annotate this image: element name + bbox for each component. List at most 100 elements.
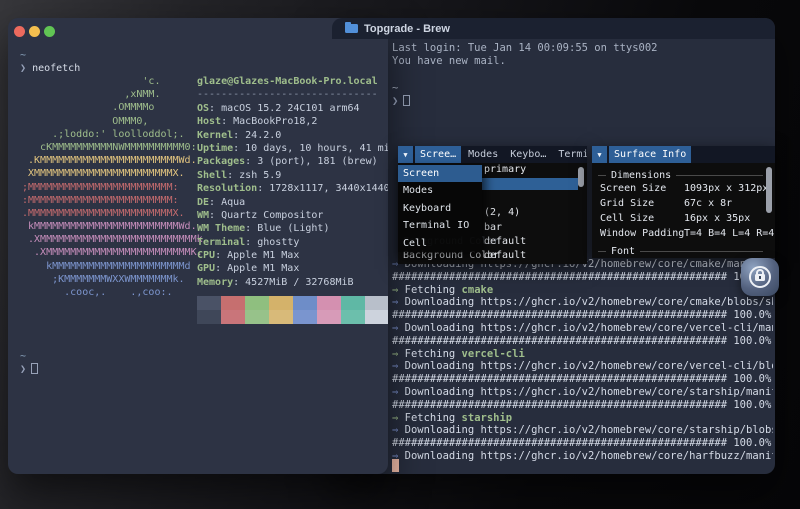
ascii-art-line: .XMMMMMMMMMMMMMMMMMMMMMMMMK.	[22, 246, 203, 259]
scrollbar-thumb[interactable]	[766, 167, 772, 213]
ascii-art-line: 'c.	[22, 75, 203, 88]
ascii-art-line: ;MMMMMMMMMMMMMMMMMMMMMMMM:	[22, 181, 203, 194]
info-label: Shell	[197, 170, 227, 181]
scrollbar-thumb[interactable]	[578, 167, 584, 187]
surface-tab-bar: ▼ Surface Info	[592, 146, 775, 163]
download-url: https://ghcr.io/v2/homebrew/core/starshi…	[481, 386, 773, 398]
info-value: : MacBookPro18,2	[221, 116, 317, 127]
surface-info-row: Grid Size67c x 8r	[592, 198, 775, 213]
neofetch-ascii-logo: 'c. ,xNMM. .OMMMMo OMMM0, .;loddo:' lool…	[22, 75, 203, 299]
minimize-button[interactable]	[29, 26, 40, 37]
ascii-art-line: .XMMMMMMMMMMMMMMMMMMMMMMMMMMk	[22, 233, 203, 246]
brew-output-line: ⇒ Downloading https://ghcr.io/v2/homebre…	[392, 322, 773, 335]
dropdown-item-terminal-io[interactable]: Terminal IO	[398, 217, 482, 234]
neofetch-info: glaze@Glazes-MacBook-Pro.local----------…	[197, 75, 388, 289]
row-value: default	[484, 236, 526, 247]
palette-swatch	[245, 310, 269, 324]
dropdown-item-keyboard[interactable]: Keyboard	[398, 200, 482, 217]
dropdown-item-screen[interactable]: Screen	[398, 165, 482, 182]
palette-row-bright	[197, 310, 388, 324]
info-label: Kernel	[197, 130, 233, 141]
brew-output-line: ⇒ Downloading https://ghcr.io/v2/homebre…	[392, 424, 773, 437]
surface-info-row: Window PaddingT=4 B=4 L=4 R=4	[592, 228, 775, 243]
download-url: https://ghcr.io/v2/homebrew/core/harfbuz…	[481, 450, 773, 462]
info-label: Uptime	[197, 143, 233, 154]
brew-output-line: ⇒ Downloading https://ghcr.io/v2/homebre…	[392, 296, 773, 309]
info-label: Packages	[197, 156, 245, 167]
section-header: Font	[592, 243, 775, 258]
line-text: Downloading	[398, 386, 480, 398]
neofetch-info-row: DE: Aqua	[197, 196, 388, 209]
command-line: ❯ neofetch	[20, 62, 80, 75]
section-title: Font	[611, 246, 635, 257]
tab-termi[interactable]: Termi…	[553, 146, 587, 163]
tab-surface-info[interactable]: Surface Info	[609, 146, 691, 163]
terminal-window-neofetch[interactable]: ~ ❯ neofetch 'c. ,xNMM. .OMMMMo OMMM0, .…	[8, 18, 388, 474]
tab-keybo[interactable]: Keybo…	[505, 146, 551, 163]
titlebar-topgrade[interactable]: Topgrade - Brew	[332, 18, 775, 39]
brew-output-line: ########################################…	[392, 271, 773, 284]
info-value: : Apple M1 Max	[215, 263, 299, 274]
info-value: : Quartz Compositor	[209, 210, 323, 221]
palette-row-normal	[197, 296, 388, 310]
section-dash	[640, 251, 763, 252]
tab-scree[interactable]: Scree…	[415, 146, 461, 163]
package-name: starship	[462, 412, 513, 424]
row-value: 1093px x 312px	[684, 183, 768, 194]
brew-output-line: ⇒ Downloading https://ghcr.io/v2/homebre…	[392, 386, 773, 399]
mail-line: You have new mail.	[392, 55, 506, 67]
download-url: https://ghcr.io/v2/homebrew/core/vercel-…	[481, 360, 773, 372]
info-value: : 10 days, 10 hours, 41 min	[233, 143, 388, 154]
ascii-art-line: ,xNMM.	[22, 88, 203, 101]
info-label: DE	[197, 197, 209, 208]
cwd-indicator-bottom: ~	[20, 350, 26, 363]
prompt-line-bottom: ❯	[20, 363, 38, 376]
neofetch-header: glaze@Glazes-MacBook-Pro.local	[197, 75, 388, 88]
row-value: (2, 4)	[484, 207, 520, 218]
tab-modes[interactable]: Modes	[463, 146, 503, 163]
dropdown-item-modes[interactable]: Modes	[398, 182, 482, 199]
info-label: GPU	[197, 263, 215, 274]
brew-output-line: ⇒ Fetching vercel-cli	[392, 348, 773, 361]
palette-swatch	[341, 296, 365, 310]
chevron-down-icon[interactable]: ▼	[398, 146, 413, 163]
brew-output-line: ########################################…	[392, 309, 773, 322]
info-value: : 3 (port), 181 (brew)	[245, 156, 377, 167]
chevron-down-icon[interactable]: ▼	[592, 146, 607, 163]
window-title: Topgrade - Brew	[364, 23, 450, 35]
line-text: Downloading	[398, 296, 480, 308]
palette-swatch	[197, 296, 221, 310]
neofetch-info-row: Terminal: ghostty	[197, 236, 388, 249]
row-value: default	[484, 250, 526, 261]
inactive-cursor	[403, 95, 410, 106]
neofetch-info-row: Shell: zsh 5.9	[197, 169, 388, 182]
inspector-panel[interactable]: ▼ Scree…ModesKeybo…Termi…Cell primary(2,…	[398, 146, 587, 264]
lock-icon	[741, 258, 779, 296]
row-value: primary	[484, 164, 526, 175]
cwd-indicator: ~	[392, 82, 398, 94]
row-label: Cell Size	[600, 213, 654, 224]
info-value: : ghostty	[245, 237, 299, 248]
info-label: OS	[197, 103, 209, 114]
palette-swatch	[293, 296, 317, 310]
zoom-button[interactable]	[44, 26, 55, 37]
neofetch-info-row: Host: MacBookPro18,2	[197, 115, 388, 128]
line-text: Downloading	[398, 424, 480, 436]
dropdown-item-cell[interactable]: Cell	[398, 235, 482, 252]
selected-row-highlight	[482, 178, 578, 190]
palette-swatch	[245, 296, 269, 310]
info-value: : 1728x1117, 3440x1440	[257, 183, 388, 194]
palette-swatch	[221, 296, 245, 310]
info-value: : Aqua	[209, 197, 245, 208]
surface-info-panel[interactable]: ▼ Surface Info DimensionsScreen Size1093…	[592, 146, 775, 258]
ascii-art-line: kMMMMMMMMMMMMMMMMMMMMMMMMWd.	[22, 220, 203, 233]
neofetch-info-row: Resolution: 1728x1117, 3440x1440	[197, 182, 388, 195]
info-label: CPU	[197, 250, 215, 261]
close-button[interactable]	[14, 26, 25, 37]
ascii-art-line: .;loddo:' loolloddol;.	[22, 128, 203, 141]
row-value: T=4 B=4 L=4 R=4	[684, 228, 774, 239]
ascii-art-line: kMMMMMMMMMMMMMMMMMMMMMMd	[22, 260, 203, 273]
section-dash	[676, 175, 763, 176]
palette-swatch	[317, 296, 341, 310]
login-line: Last login: Tue Jan 14 00:09:55 on ttys0…	[392, 42, 658, 54]
